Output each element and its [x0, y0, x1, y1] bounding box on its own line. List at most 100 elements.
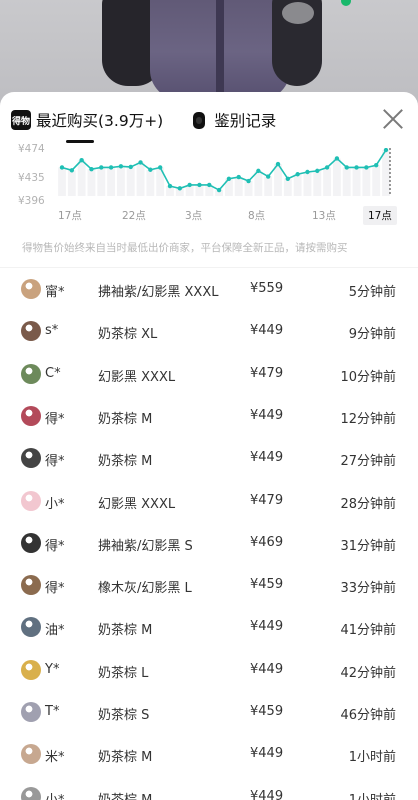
- avatar: [21, 490, 41, 511]
- avatar: [21, 532, 41, 553]
- price-point: [79, 157, 84, 163]
- price-point: [315, 168, 320, 174]
- buyer-name: C*: [45, 365, 61, 381]
- chart-bar: [58, 167, 66, 196]
- product-image-patch: [282, 2, 314, 24]
- purchase-price: ¥469: [250, 534, 284, 550]
- chart-bar: [313, 170, 322, 196]
- purchase-time: 28分钟前: [340, 496, 396, 512]
- avatar: [21, 744, 41, 765]
- purchase-price: ¥449: [250, 450, 284, 466]
- product-variant: 幻影黑 XXXL: [98, 496, 176, 512]
- price-point: [128, 164, 133, 170]
- purchase-row: 小* 奶茶棕 M ¥449 1小时前: [0, 776, 418, 800]
- price-point: [226, 176, 232, 181]
- purchase-row: 得* 橡木灰/幻影黑 L ¥459 33分钟前: [0, 564, 418, 606]
- purchase-price: ¥449: [250, 619, 284, 635]
- price-point: [167, 183, 173, 189]
- purchase-time: 12分钟前: [340, 411, 396, 427]
- chart-bar: [283, 178, 292, 196]
- buyer-name: 米*: [45, 750, 65, 766]
- chart-bar: [234, 177, 243, 196]
- chart-bar: [372, 165, 381, 196]
- purchase-time: 1小时前: [349, 789, 396, 800]
- buyer-name: 得*: [45, 411, 65, 427]
- chart-bar: [303, 172, 312, 196]
- avatar: [21, 279, 41, 299]
- product-image-jacket: [150, 0, 290, 100]
- price-point: [207, 182, 212, 188]
- price-point: [118, 164, 124, 169]
- purchase-time: 41分钟前: [340, 623, 396, 639]
- close-icon[interactable]: [382, 108, 404, 130]
- purchase-time: 42分钟前: [340, 665, 396, 681]
- avatar: [21, 405, 41, 426]
- purchase-row: 甯* 拂袖紫/幻影黑 XXXL ¥559 5分钟前: [0, 268, 418, 310]
- purchase-time: 5分钟前: [348, 285, 396, 300]
- avatar: [21, 702, 41, 722]
- buyer-name: 得*: [45, 538, 65, 554]
- app-logo-icon: 得物: [11, 110, 31, 130]
- avatar: [21, 659, 41, 680]
- purchase-row: T* 奶茶棕 S ¥459 46分钟前: [0, 691, 418, 733]
- chart-bar: [87, 169, 96, 196]
- purchase-price: ¥559: [250, 281, 284, 296]
- purchase-time: 31分钟前: [340, 538, 396, 554]
- price-point: [373, 163, 379, 168]
- x-tick-label-active[interactable]: 17点: [363, 206, 397, 225]
- price-point: [364, 165, 369, 170]
- buyer-name: 小*: [45, 789, 65, 800]
- chart-bar: [107, 167, 116, 196]
- x-tick-label: 22点: [122, 210, 146, 222]
- tab-recent-purchases[interactable]: 得物 最近购买(3.9万+): [11, 109, 163, 131]
- product-variant: 幻影黑 XXXL: [98, 369, 176, 385]
- purchase-price: ¥479: [250, 365, 284, 381]
- price-point: [177, 186, 183, 191]
- watch-icon: [189, 110, 209, 130]
- purchase-time: 1小时前: [348, 750, 396, 766]
- price-disclaimer: 得物售价始终来自当时最低出价商家，平台保障全新正品，请按需购买: [22, 242, 348, 254]
- chart-bar: [352, 167, 361, 196]
- price-point: [216, 187, 222, 193]
- purchase-time: 27分钟前: [340, 454, 396, 470]
- purchase-time: 9分钟前: [348, 327, 396, 343]
- purchase-price: ¥449: [250, 323, 284, 339]
- y-tick-label: ¥435: [18, 172, 45, 184]
- tab-bar: 得物 最近购买(3.9万+) 鉴别记录: [0, 92, 418, 148]
- product-variant: 奶茶棕 M: [98, 623, 153, 639]
- price-point: [59, 165, 65, 170]
- price-point: [148, 167, 153, 172]
- price-point: [187, 182, 192, 188]
- buyer-name: s*: [45, 323, 59, 339]
- chart-bar: [323, 167, 332, 196]
- purchase-row: 得* 奶茶棕 M ¥449 27分钟前: [0, 437, 418, 479]
- purchase-row: s* 奶茶棕 XL ¥449 9分钟前: [0, 310, 418, 352]
- price-point: [344, 165, 349, 170]
- purchase-price: ¥449: [250, 661, 284, 677]
- product-variant: 奶茶棕 M: [98, 411, 153, 427]
- price-point: [89, 166, 94, 172]
- avatar: [21, 786, 41, 800]
- price-point: [285, 176, 291, 181]
- buyer-name: 得*: [45, 581, 65, 597]
- x-tick-label: 13点: [312, 210, 336, 222]
- product-variant: 拂袖紫/幻影黑 S: [98, 538, 193, 554]
- tab-authentication-records[interactable]: 鉴别记录: [189, 109, 276, 131]
- avatar: [21, 448, 41, 469]
- buyer-name: 得*: [45, 454, 65, 470]
- avatar: [21, 617, 41, 638]
- purchase-row: 小* 幻影黑 XXXL ¥479 28分钟前: [0, 480, 418, 522]
- y-tick-label: ¥396: [18, 195, 45, 207]
- x-tick-label: 8点: [248, 210, 266, 222]
- buyer-name: 小*: [45, 496, 65, 512]
- price-point: [108, 165, 114, 170]
- purchase-price: ¥449: [250, 407, 284, 423]
- avatar: [21, 575, 41, 596]
- chart-bar: [342, 167, 351, 196]
- price-point: [236, 174, 241, 180]
- purchase-price: ¥449: [250, 746, 284, 762]
- x-tick-label: 17点: [58, 210, 82, 222]
- price-point: [157, 165, 163, 170]
- chart-bar: [264, 176, 273, 196]
- purchase-row: 米* 奶茶棕 M ¥449 1小时前: [0, 733, 418, 775]
